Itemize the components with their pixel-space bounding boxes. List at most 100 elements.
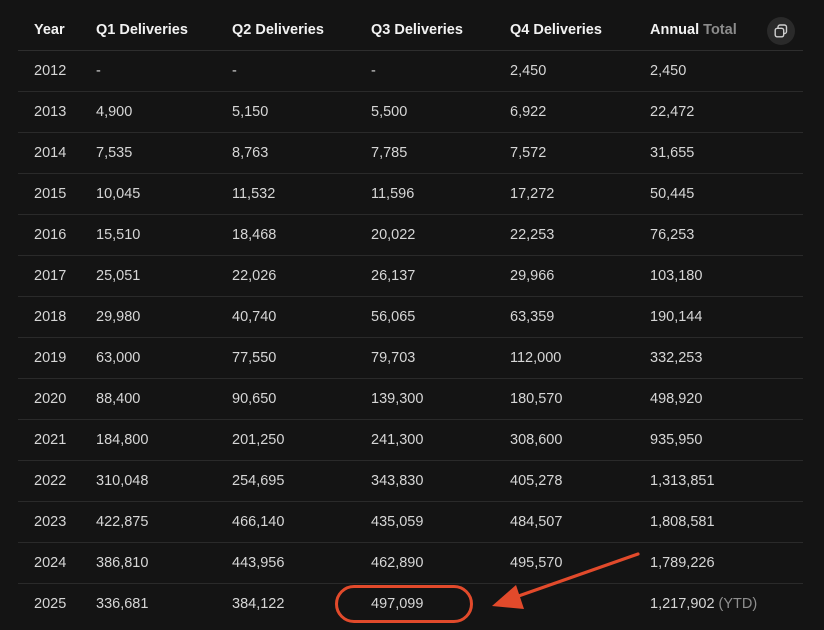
cell-total: 31,655 (634, 132, 803, 174)
cell-q2: 77,550 (216, 337, 355, 379)
cell-q1: - (80, 50, 216, 92)
cell-q1: 7,535 (80, 132, 216, 174)
cell-year: 2014 (18, 132, 80, 174)
cell-q4: 7,572 (494, 132, 634, 174)
cell-total: 1,313,851 (634, 460, 803, 502)
cell-year: 2015 (18, 173, 80, 215)
cell-q2: 254,695 (216, 460, 355, 502)
cell-q2: 18,468 (216, 214, 355, 256)
cell-total: 498,920 (634, 378, 803, 420)
table-row: 2022 310,048 254,695 343,830 405,278 1,313,85… (18, 460, 803, 502)
cell-year: 2024 (18, 542, 80, 584)
cell-q4: 29,966 (494, 255, 634, 297)
total-value: 50,445 (650, 186, 695, 202)
cell-total: 935,950 (634, 419, 803, 461)
cell-q1: 422,875 (80, 501, 216, 543)
cell-q3: 20,022 (355, 214, 494, 256)
cell-year: 2012 (18, 50, 80, 92)
total-value: 2,450 (650, 63, 687, 79)
table-row: 2024 386,810 443,956 462,890 495,570 1,789,22… (18, 542, 803, 584)
cell-q4: 2,450 (494, 50, 634, 92)
total-value: 935,950 (650, 432, 703, 448)
total-value: 1,808,581 (650, 514, 715, 530)
table-row: 2013 4,900 5,150 5,500 6,922 22,472 (18, 91, 803, 133)
cell-q3: 26,137 (355, 255, 494, 297)
cell-q2: - (216, 50, 355, 92)
cell-year: 2019 (18, 337, 80, 379)
total-value: 76,253 (650, 227, 695, 243)
cell-year: 2022 (18, 460, 80, 502)
cell-q1: 386,810 (80, 542, 216, 584)
header-row: Year Q1 Deliveries Q2 Deliveries Q3 Deli… (18, 9, 803, 51)
cell-q3: - (355, 50, 494, 92)
cell-q3: 11,596 (355, 173, 494, 215)
cell-q2: 466,140 (216, 501, 355, 543)
cell-q3: 241,300 (355, 419, 494, 461)
table-row: 2014 7,535 8,763 7,785 7,572 31,655 (18, 132, 803, 174)
cell-q4: 112,000 (494, 337, 634, 379)
cell-q4: 17,272 (494, 173, 634, 215)
cell-total: 103,180 (634, 255, 803, 297)
cell-q2: 40,740 (216, 296, 355, 338)
cell-q3: 435,059 (355, 501, 494, 543)
header-q2: Q2 Deliveries (216, 9, 355, 51)
table-row: 2020 88,400 90,650 139,300 180,570 498,920 (18, 378, 803, 420)
cell-q1: 63,000 (80, 337, 216, 379)
cell-q4 (494, 584, 634, 625)
total-value: 31,655 (650, 145, 695, 161)
total-value: 1,313,851 (650, 473, 715, 489)
cell-total: 22,472 (634, 91, 803, 133)
cell-total: 332,253 (634, 337, 803, 379)
cell-q3: 139,300 (355, 378, 494, 420)
cell-q4: 308,600 (494, 419, 634, 461)
cell-q4: 180,570 (494, 378, 634, 420)
deliveries-table: Year Q1 Deliveries Q2 Deliveries Q3 Deli… (18, 9, 803, 624)
cell-q1: 88,400 (80, 378, 216, 420)
total-value: 1,789,226 (650, 555, 715, 571)
total-value: 332,253 (650, 350, 703, 366)
table-row: 2025 336,681 384,122 497,099 1,217,902 (YTD) (18, 584, 803, 625)
cell-q3: 5,500 (355, 91, 494, 133)
table-body: 2012- - -2,450 2,450 2013 4,900 5,150 5,500 6,92… (18, 50, 803, 625)
cell-q3: 343,830 (355, 460, 494, 502)
cell-total: 1,789,226 (634, 542, 803, 584)
table-row: 2017 25,051 22,026 26,137 29,966 103,180 (18, 255, 803, 297)
table-header: Year Q1 Deliveries Q2 Deliveries Q3 Deli… (18, 9, 803, 51)
cell-q2: 443,956 (216, 542, 355, 584)
cell-q3: 79,703 (355, 337, 494, 379)
total-value: 190,144 (650, 309, 703, 325)
cell-total: 1,217,902 (YTD) (634, 584, 803, 625)
cell-year: 2020 (18, 378, 80, 420)
cell-total: 1,808,581 (634, 501, 803, 543)
cell-q1: 29,980 (80, 296, 216, 338)
deliveries-table-container: Year Q1 Deliveries Q2 Deliveries Q3 Deli… (0, 0, 824, 630)
cell-q1: 10,045 (80, 173, 216, 215)
header-year: Year (18, 9, 80, 51)
cell-q2: 22,026 (216, 255, 355, 297)
table-row: 2016 15,510 18,468 20,022 22,253 76,253 (18, 214, 803, 256)
header-total-label: Total (703, 21, 737, 38)
total-value: 498,920 (650, 391, 703, 407)
cell-total: 190,144 (634, 296, 803, 338)
cell-year: 2023 (18, 501, 80, 543)
cell-q2: 90,650 (216, 378, 355, 420)
cell-q4: 405,278 (494, 460, 634, 502)
cell-year: 2017 (18, 255, 80, 297)
cell-q4: 6,922 (494, 91, 634, 133)
cell-q2: 201,250 (216, 419, 355, 461)
total-value: 22,472 (650, 104, 695, 120)
cell-q2: 5,150 (216, 91, 355, 133)
cell-q3: 497,099 (371, 596, 424, 612)
cell-q4: 495,570 (494, 542, 634, 584)
copy-button[interactable] (767, 17, 795, 45)
cell-q1: 336,681 (96, 596, 149, 612)
cell-q3: 56,065 (355, 296, 494, 338)
cell-total: 2,450 (634, 50, 803, 92)
header-q1: Q1 Deliveries (80, 9, 216, 51)
cell-year: 2018 (18, 296, 80, 338)
cell-q1: 184,800 (80, 419, 216, 461)
header-q3: Q3 Deliveries (355, 9, 494, 51)
cell-q2: 384,122 (232, 596, 285, 612)
total-value: 103,180 (650, 268, 703, 284)
cell-year: 2016 (18, 214, 80, 256)
